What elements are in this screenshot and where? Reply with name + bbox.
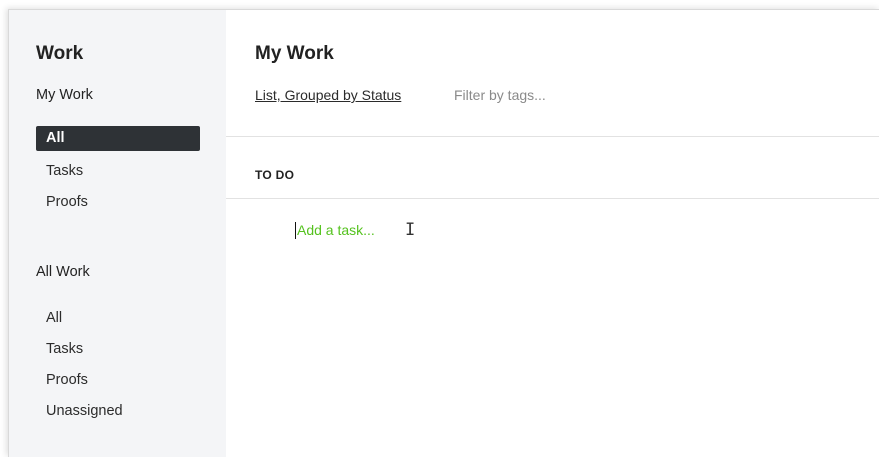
- sidebar-section-my-work: My Work: [36, 87, 93, 103]
- view-mode-link[interactable]: List, Grouped by Status: [255, 87, 401, 103]
- header-divider: [226, 136, 879, 137]
- sidebar-item-label: Unassigned: [46, 403, 123, 419]
- sidebar-item-my-work-tasks[interactable]: Tasks: [36, 158, 200, 184]
- main-content: My Work List, Grouped by Status TO DO Ad…: [226, 10, 879, 457]
- add-task-input[interactable]: Add a task... I: [295, 220, 415, 240]
- sidebar-item-my-work-all[interactable]: All: [36, 126, 200, 151]
- add-task-placeholder: Add a task...: [297, 222, 375, 238]
- sidebar-item-my-work-proofs[interactable]: Proofs: [36, 189, 200, 215]
- sidebar-title: Work: [36, 43, 84, 64]
- app-window: Work My Work All Tasks Proofs All Work A…: [8, 9, 879, 457]
- sidebar-item-label: Tasks: [46, 341, 84, 357]
- page-title: My Work: [255, 43, 334, 64]
- sidebar-item-all-work-unassigned[interactable]: Unassigned: [36, 398, 200, 424]
- sidebar-item-all-work-all[interactable]: All: [36, 305, 200, 331]
- group-divider: [226, 198, 879, 199]
- sidebar-item-label: Proofs: [46, 372, 88, 388]
- sidebar-item-all-work-tasks[interactable]: Tasks: [36, 336, 200, 362]
- group-header-todo: TO DO: [255, 168, 295, 182]
- sidebar: Work My Work All Tasks Proofs All Work A…: [9, 10, 226, 457]
- text-caret: [295, 221, 296, 239]
- sidebar-item-label: All: [46, 130, 65, 146]
- tag-filter-input[interactable]: [454, 85, 654, 105]
- sidebar-item-label: Proofs: [46, 194, 88, 210]
- sidebar-item-label: All: [46, 310, 63, 326]
- sidebar-item-all-work-proofs[interactable]: Proofs: [36, 367, 200, 393]
- i-beam-cursor-icon: I: [405, 220, 416, 240]
- sidebar-item-label: Tasks: [46, 163, 84, 179]
- sidebar-section-all-work: All Work: [36, 264, 90, 280]
